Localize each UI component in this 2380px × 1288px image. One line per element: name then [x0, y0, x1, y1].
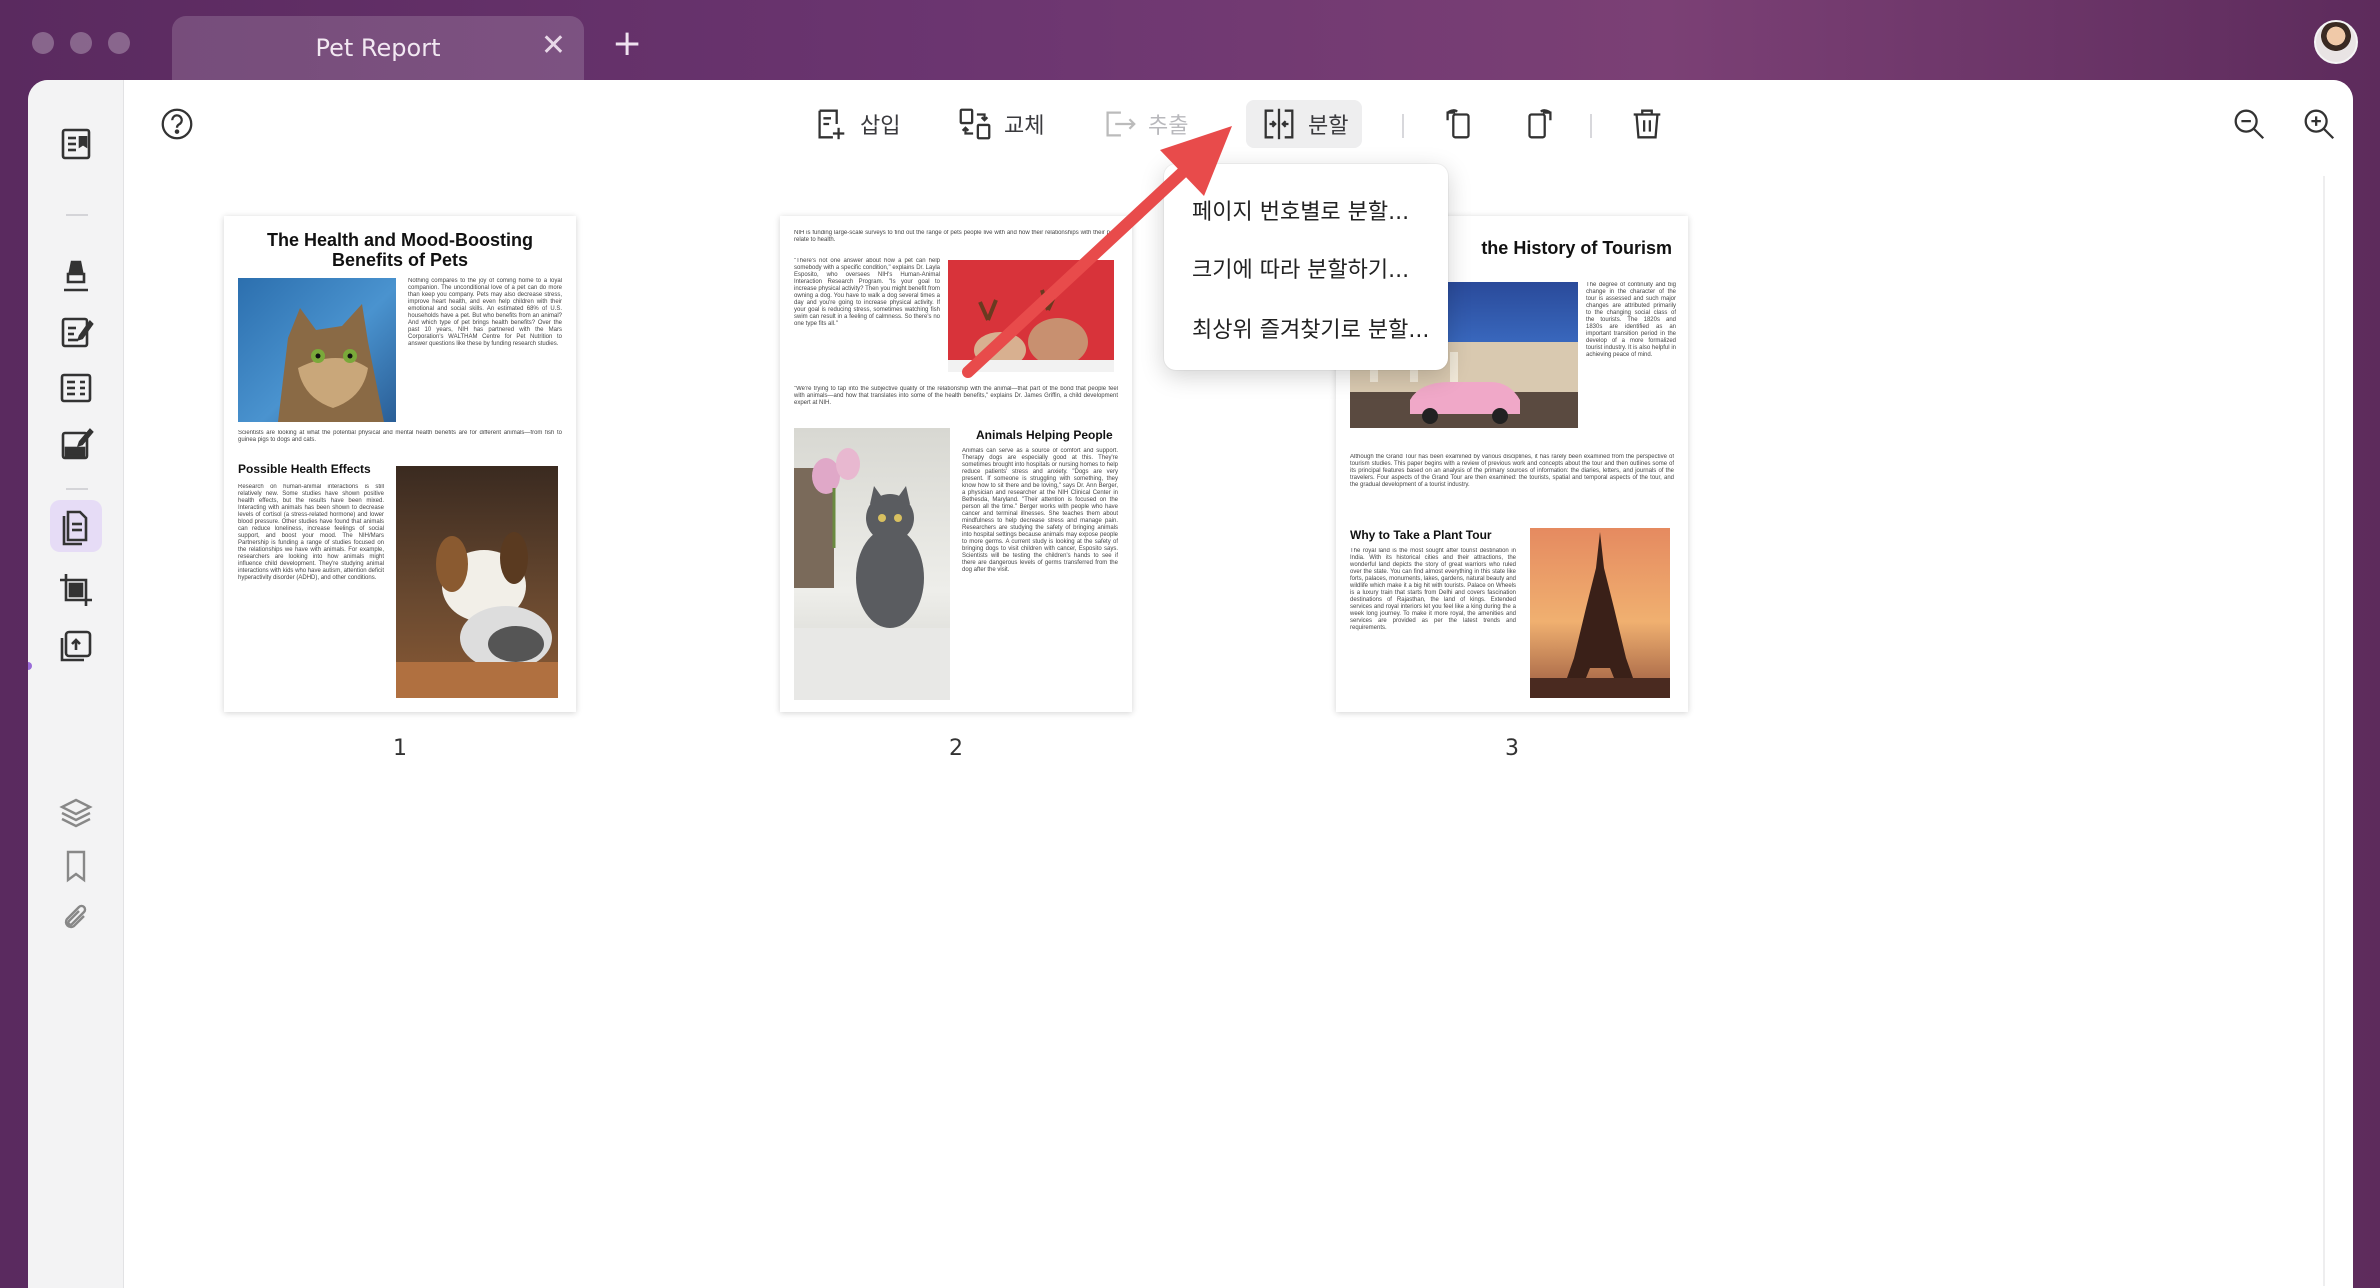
dogs-illustration	[948, 287, 1114, 372]
organize-pages-button[interactable]	[50, 500, 102, 552]
split-by-top-bookmarks-option[interactable]: 최상위 즐겨찾기로 분할...	[1192, 312, 1429, 344]
dog-and-cat-photo	[396, 466, 558, 698]
page-number-2: 2	[949, 736, 963, 761]
page-3-body: The royal land is the most sought after …	[1350, 548, 1516, 631]
cat-illustration	[278, 304, 384, 422]
split-icon	[1264, 108, 1294, 140]
insert-page-icon	[818, 109, 845, 140]
document-tab[interactable]: Pet Report ✕	[172, 16, 584, 80]
eiffel-tower-illustration	[1530, 532, 1670, 698]
rotate-right-icon	[1528, 109, 1552, 139]
tab-close-icon[interactable]: ✕	[541, 30, 566, 62]
rotate-left-button[interactable]	[1440, 100, 1478, 148]
bookmarks-button[interactable]	[50, 840, 102, 892]
crop-button[interactable]	[50, 564, 102, 616]
dogs-with-antlers-photo	[948, 260, 1114, 372]
sign-document-icon	[61, 428, 94, 460]
reader-mode-button[interactable]	[50, 118, 102, 170]
delete-page-button[interactable]	[1628, 100, 1666, 148]
layers-button[interactable]	[50, 786, 102, 838]
page-2-left: "There's not one answer about how a pet …	[794, 258, 940, 327]
split-by-page-number-option[interactable]: 페이지 번호별로 분할...	[1192, 194, 1409, 226]
rotate-right-button[interactable]	[1520, 100, 1558, 148]
edit-document-icon	[61, 317, 94, 348]
replace-label: 교체	[1004, 114, 1045, 139]
crop-icon	[60, 574, 92, 606]
help-icon	[161, 108, 193, 140]
page-3-right: The degree of continuity and big change …	[1586, 282, 1676, 358]
page-2-right: Animals can serve as a source of comfort…	[962, 448, 1118, 573]
new-tab-button[interactable]: +	[612, 26, 642, 62]
split-button[interactable]: 분할	[1246, 100, 1363, 148]
page-3-middle: Although the Grand Tour has been examine…	[1350, 454, 1674, 488]
page-2-heading: Animals Helping People	[976, 428, 1113, 442]
batch-tools-button[interactable]	[50, 620, 102, 672]
page-toolbar: 삽입 교체 추출 분할	[124, 80, 2353, 170]
tab-title: Pet Report	[315, 34, 441, 62]
eiffel-tower-photo	[1530, 528, 1670, 698]
attachments-button[interactable]	[50, 892, 102, 944]
page-number-3: 3	[1505, 736, 1519, 761]
page-1-heading: Possible Health Effects	[238, 462, 371, 476]
title-bar: Pet Report ✕ +	[0, 0, 2380, 80]
avatar[interactable]	[2314, 20, 2358, 64]
zoom-in-icon	[2304, 109, 2335, 140]
page-2-mid: "We're trying to tap into the subjective…	[794, 386, 1118, 406]
page-3-heading: Why to Take a Plant Tour	[1350, 528, 1492, 542]
page-number-1: 1	[393, 736, 407, 761]
gray-cat-photo	[794, 428, 950, 700]
organize-pages-icon	[62, 510, 88, 546]
tools-icon	[60, 630, 92, 662]
toolbar-divider	[1402, 114, 1404, 138]
scroll-track[interactable]	[2323, 176, 2325, 1286]
rotate-left-icon	[1446, 109, 1470, 139]
sidebar-divider	[66, 214, 88, 216]
paperclip-icon	[64, 904, 87, 929]
page-1-middle: Scientists are looking at what the poten…	[238, 430, 562, 443]
help-button[interactable]	[158, 100, 196, 148]
form-icon	[60, 373, 92, 403]
close-window-button[interactable]	[32, 32, 54, 54]
replace-page-icon	[959, 108, 991, 140]
reader-icon	[61, 128, 91, 160]
extract-page-button[interactable]: 추출	[1100, 100, 1188, 148]
insert-page-button[interactable]: 삽입	[812, 100, 900, 148]
comment-mode-button[interactable]	[50, 250, 102, 302]
toolbar-divider	[1590, 114, 1592, 138]
sidebar-divider	[66, 488, 88, 490]
split-dropdown-menu: 페이지 번호별로 분할... 크기에 따라 분할하기... 최상위 즐겨찾기로 …	[1164, 164, 1448, 370]
left-sidebar	[28, 80, 124, 1288]
trash-icon	[1633, 109, 1661, 139]
page-thumbnail-1[interactable]: The Health and Mood-Boosting Benefits of…	[224, 216, 576, 712]
page-2-top: NIH is funding large-scale surveys to fi…	[794, 230, 1118, 243]
zoom-in-button[interactable]	[2300, 100, 2338, 148]
page-1-intro: Nothing compares to the joy of coming ho…	[408, 278, 562, 347]
extract-icon	[1106, 111, 1136, 137]
page-1-title: The Health and Mood-Boosting Benefits of…	[267, 230, 533, 270]
extract-label: 추출	[1148, 114, 1189, 139]
layers-icon	[59, 798, 93, 828]
gray-cat-illustration	[794, 448, 950, 700]
active-indicator	[28, 662, 32, 670]
sign-mode-button[interactable]	[50, 418, 102, 470]
replace-page-button[interactable]: 교체	[956, 100, 1044, 148]
form-mode-button[interactable]	[50, 362, 102, 414]
minimize-window-button[interactable]	[70, 32, 92, 54]
split-by-size-option[interactable]: 크기에 따라 분할하기...	[1192, 252, 1409, 284]
highlighter-icon	[64, 260, 88, 292]
page-1-body: Research on human-animal interactions is…	[238, 484, 384, 581]
zoom-out-button[interactable]	[2230, 100, 2268, 148]
zoom-out-icon	[2234, 109, 2265, 140]
bookmark-icon	[66, 850, 86, 883]
edit-mode-button[interactable]	[50, 306, 102, 358]
dog-cat-illustration	[396, 532, 558, 698]
insert-label: 삽입	[860, 114, 901, 139]
zoom-window-button[interactable]	[108, 32, 130, 54]
page-thumbnail-2[interactable]: NIH is funding large-scale surveys to fi…	[780, 216, 1132, 712]
cat-photo	[238, 278, 396, 422]
split-label: 분할	[1308, 114, 1349, 139]
